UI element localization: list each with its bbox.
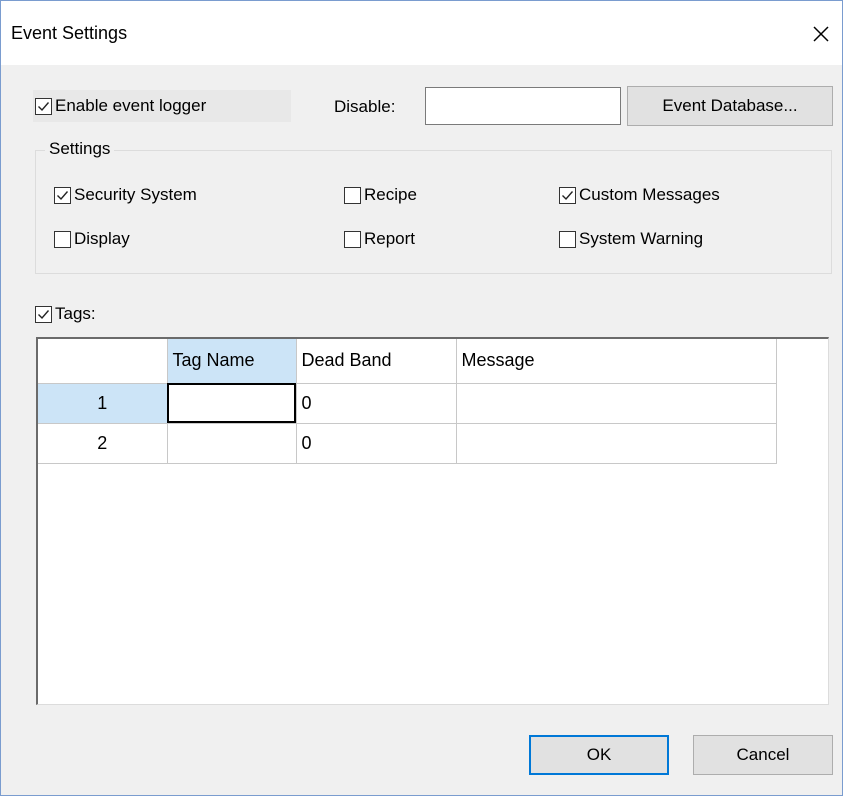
table-row: 2 0: [38, 422, 777, 464]
tags-checkbox[interactable]: Tags:: [35, 304, 96, 324]
ok-button[interactable]: OK: [529, 735, 669, 775]
checkbox-box: [35, 97, 52, 115]
close-icon[interactable]: [806, 19, 836, 49]
event-database-button[interactable]: Event Database...: [627, 86, 833, 126]
dead-band-cell[interactable]: 0: [295, 422, 457, 464]
disable-input[interactable]: [425, 87, 621, 125]
corner-header-cell[interactable]: [38, 339, 168, 384]
checkbox-box: [344, 230, 361, 248]
checkbox-box: [344, 186, 361, 204]
message-cell[interactable]: [455, 382, 777, 424]
row-header-cell[interactable]: 2: [38, 422, 168, 464]
system-warning-label: System Warning: [579, 229, 704, 248]
tags-label: Tags:: [55, 304, 96, 323]
table-row: 1 0: [38, 382, 777, 424]
custom-messages-checkbox[interactable]: Custom Messages: [559, 185, 720, 205]
checkbox-box: [54, 230, 71, 248]
table-header-row: Tag Name Dead Band Message: [38, 339, 777, 384]
message-column-header[interactable]: Message: [455, 339, 777, 384]
enable-event-logger-label: Enable event logger: [55, 96, 207, 115]
display-checkbox[interactable]: Display: [54, 229, 130, 249]
tag-name-cell[interactable]: [166, 382, 297, 424]
security-system-checkbox[interactable]: Security System: [54, 185, 197, 205]
security-system-label: Security System: [74, 185, 197, 204]
recipe-label: Recipe: [364, 185, 417, 204]
tag-name-column-header[interactable]: Tag Name: [166, 339, 297, 384]
display-label: Display: [74, 229, 130, 248]
system-warning-checkbox[interactable]: System Warning: [559, 229, 703, 249]
message-cell[interactable]: [455, 422, 777, 464]
event-settings-dialog: Event Settings Enable event logger Disab…: [0, 0, 843, 796]
settings-group-label: Settings: [45, 139, 115, 159]
report-label: Report: [364, 229, 416, 248]
tags-table: Tag Name Dead Band Message 1 0 2 0: [38, 339, 777, 464]
title-bar: Event Settings: [1, 1, 842, 65]
checkbox-box: [54, 186, 71, 204]
window-title: Event Settings: [11, 23, 128, 43]
custom-messages-label: Custom Messages: [579, 185, 720, 204]
disable-label: Disable:: [334, 97, 396, 116]
checkbox-box: [559, 186, 576, 204]
row-header-cell[interactable]: 1: [38, 382, 168, 424]
tags-grid[interactable]: Tag Name Dead Band Message 1 0 2 0: [36, 337, 829, 705]
checkbox-box: [559, 230, 576, 248]
recipe-checkbox[interactable]: Recipe: [344, 185, 417, 205]
checkbox-box: [35, 305, 52, 323]
settings-groupbox: [35, 150, 832, 274]
dead-band-column-header[interactable]: Dead Band: [295, 339, 457, 384]
tag-name-cell[interactable]: [166, 422, 297, 464]
dead-band-cell[interactable]: 0: [295, 382, 457, 424]
cancel-button[interactable]: Cancel: [693, 735, 833, 775]
enable-event-logger-checkbox[interactable]: Enable event logger: [35, 96, 206, 116]
report-checkbox[interactable]: Report: [344, 229, 415, 249]
